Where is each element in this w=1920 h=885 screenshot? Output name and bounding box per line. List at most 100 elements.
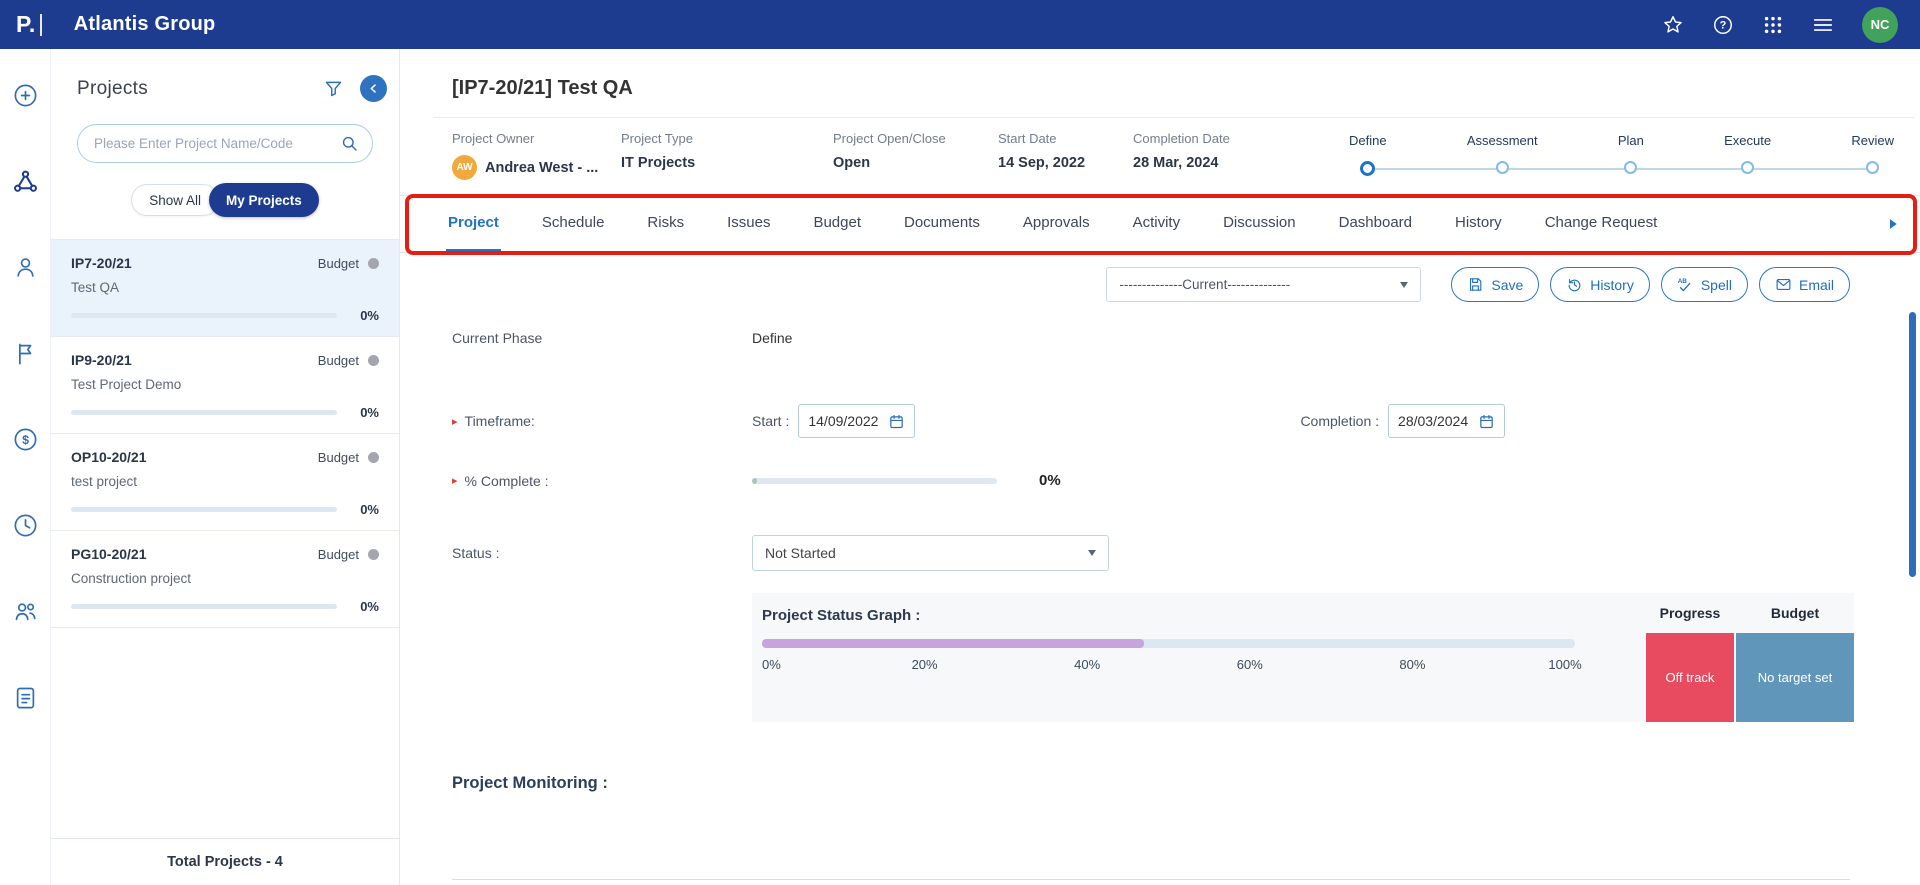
tab[interactable]: Activity	[1131, 196, 1183, 252]
tab[interactable]: Budget	[811, 196, 863, 252]
left-icon-rail: $	[0, 49, 51, 885]
phase-step[interactable]: Define	[1349, 133, 1387, 176]
required-bullet-icon: ▸	[452, 475, 458, 487]
tab[interactable]: Risks	[645, 196, 686, 252]
toolbar: --------------Current-------------- Save…	[452, 267, 1850, 302]
project-monitoring-heading: Project Monitoring :	[452, 774, 608, 792]
owner-avatar: AW	[452, 155, 477, 180]
info-fields: Project Owner AW Andrea West - ... Proje…	[452, 131, 1329, 180]
projects-flag-icon[interactable]	[11, 339, 39, 367]
tab[interactable]: Issues	[725, 196, 772, 252]
section-divider	[452, 879, 1850, 880]
svg-text:?: ?	[1720, 19, 1727, 31]
project-name: Test Project Demo	[71, 377, 182, 392]
percent-complete-bar[interactable]	[752, 477, 997, 484]
project-code: IP9-20/21	[71, 352, 132, 368]
spell-check-button[interactable]: AB Spell	[1660, 267, 1748, 302]
favorite-star-icon[interactable]	[1662, 14, 1684, 36]
tab[interactable]: Documents	[902, 196, 982, 252]
history-button[interactable]: History	[1550, 267, 1650, 302]
app-logo[interactable]: P.	[16, 11, 42, 38]
filter-icon[interactable]	[323, 78, 344, 99]
required-bullet-icon: ▸	[452, 415, 458, 428]
tab-bar: Project Schedule Risks Issues Budget Doc…	[400, 194, 1920, 255]
email-button[interactable]: Email	[1758, 267, 1850, 302]
user-avatar[interactable]: NC	[1862, 6, 1898, 43]
version-dropdown[interactable]: --------------Current--------------	[1106, 267, 1422, 302]
project-budget-tag: Budget	[317, 449, 359, 465]
info-field-value: 14 Sep, 2022	[998, 155, 1086, 171]
calendar-icon[interactable]	[888, 413, 905, 430]
project-list-item[interactable]: IP7-20/21 Budget Test QA 0%	[51, 239, 399, 337]
info-field: Project Owner AW Andrea West - ...	[452, 131, 621, 180]
status-graph-bar	[762, 639, 1575, 648]
apps-grid-icon[interactable]	[1762, 14, 1784, 36]
resource-icon[interactable]	[11, 253, 39, 281]
menu-icon[interactable]	[1812, 14, 1834, 36]
reports-icon[interactable]	[11, 683, 39, 711]
scale-label: 80%	[1399, 657, 1426, 672]
info-field-label: Start Date	[998, 131, 1057, 146]
org-title: Atlantis Group	[73, 13, 216, 35]
chevron-down-icon	[1088, 550, 1096, 556]
tab[interactable]: Dashboard	[1337, 196, 1414, 252]
phase-circle-icon	[1495, 161, 1509, 174]
help-icon[interactable]: ?	[1712, 14, 1734, 36]
project-list-item[interactable]: PG10-20/21 Budget Construction project 0…	[51, 531, 399, 628]
save-button[interactable]: Save	[1451, 267, 1540, 302]
tab[interactable]: Change Request	[1543, 196, 1660, 252]
phase-label: Define	[1349, 133, 1387, 148]
portfolio-network-icon[interactable]	[11, 167, 39, 195]
phase-step[interactable]: Assessment	[1467, 133, 1538, 176]
project-percent: 0%	[360, 599, 379, 614]
completion-date-input[interactable]: 28/03/2024	[1388, 404, 1506, 438]
tab[interactable]: History	[1453, 196, 1504, 252]
timesheet-clock-icon[interactable]	[11, 511, 39, 539]
finance-icon[interactable]: $	[11, 425, 39, 453]
add-button[interactable]	[11, 81, 39, 109]
phase-label: Plan	[1617, 133, 1644, 148]
phase-step[interactable]: Execute	[1724, 133, 1771, 176]
project-filter-toggle: Show All My Projects	[131, 183, 319, 217]
svg-text:AB: AB	[1678, 278, 1688, 285]
project-code: PG10-20/21	[71, 546, 147, 562]
info-field: Start Date 14 Sep, 2022	[998, 131, 1133, 180]
phase-circle-icon	[1741, 161, 1755, 174]
topbar-actions: ? NC	[1662, 6, 1898, 43]
vertical-scrollbar[interactable]	[1909, 312, 1916, 577]
scale-label: 100%	[1548, 657, 1582, 672]
tab[interactable]: Approvals	[1021, 196, 1092, 252]
project-progress-bar	[71, 410, 337, 415]
project-code: IP7-20/21	[71, 255, 132, 271]
status-dropdown[interactable]: Not Started	[752, 535, 1109, 571]
info-field-value: 28 Mar, 2024	[1133, 155, 1219, 171]
info-field-label: Project Open/Close	[833, 131, 946, 146]
start-label: Start :	[752, 413, 790, 429]
main-content: [IP7-20/21] Test QA Project Owner AW And…	[400, 49, 1920, 885]
phase-step[interactable]: Review	[1851, 133, 1894, 176]
tab[interactable]: Project	[446, 196, 501, 252]
my-projects-button[interactable]: My Projects	[209, 183, 319, 217]
collapse-sidebar-button[interactable]	[360, 75, 387, 102]
completion-label: Completion :	[1300, 413, 1380, 429]
status-graph-title: Project Status Graph :	[762, 607, 921, 624]
project-list-item[interactable]: IP9-20/21 Budget Test Project Demo 0%	[51, 337, 399, 434]
project-list: IP7-20/21 Budget Test QA 0% IP9-20/21 Bu…	[51, 239, 399, 838]
budget-status-badge: No target set	[1736, 633, 1854, 722]
scale-label: 0%	[762, 657, 781, 672]
tab[interactable]: Discussion	[1221, 196, 1298, 252]
team-icon[interactable]	[11, 597, 39, 625]
start-date-input[interactable]: 14/09/2022	[798, 404, 916, 438]
phase-step[interactable]: Plan	[1618, 133, 1644, 176]
tab[interactable]: Schedule	[540, 196, 607, 252]
page-title: [IP7-20/21] Test QA	[452, 77, 633, 99]
show-all-button[interactable]: Show All	[131, 184, 219, 216]
project-search-input[interactable]	[77, 124, 373, 163]
status-graph-fill	[762, 639, 1145, 648]
project-name: Construction project	[71, 571, 192, 586]
calendar-icon[interactable]	[1478, 413, 1495, 430]
phase-stepper: Define Assessment Plan Execute Review	[1349, 131, 1894, 176]
project-list-item[interactable]: OP10-20/21 Budget test project 0%	[51, 434, 399, 531]
search-icon[interactable]	[340, 134, 359, 153]
tabs-overflow-arrow-icon[interactable]	[1884, 215, 1902, 233]
